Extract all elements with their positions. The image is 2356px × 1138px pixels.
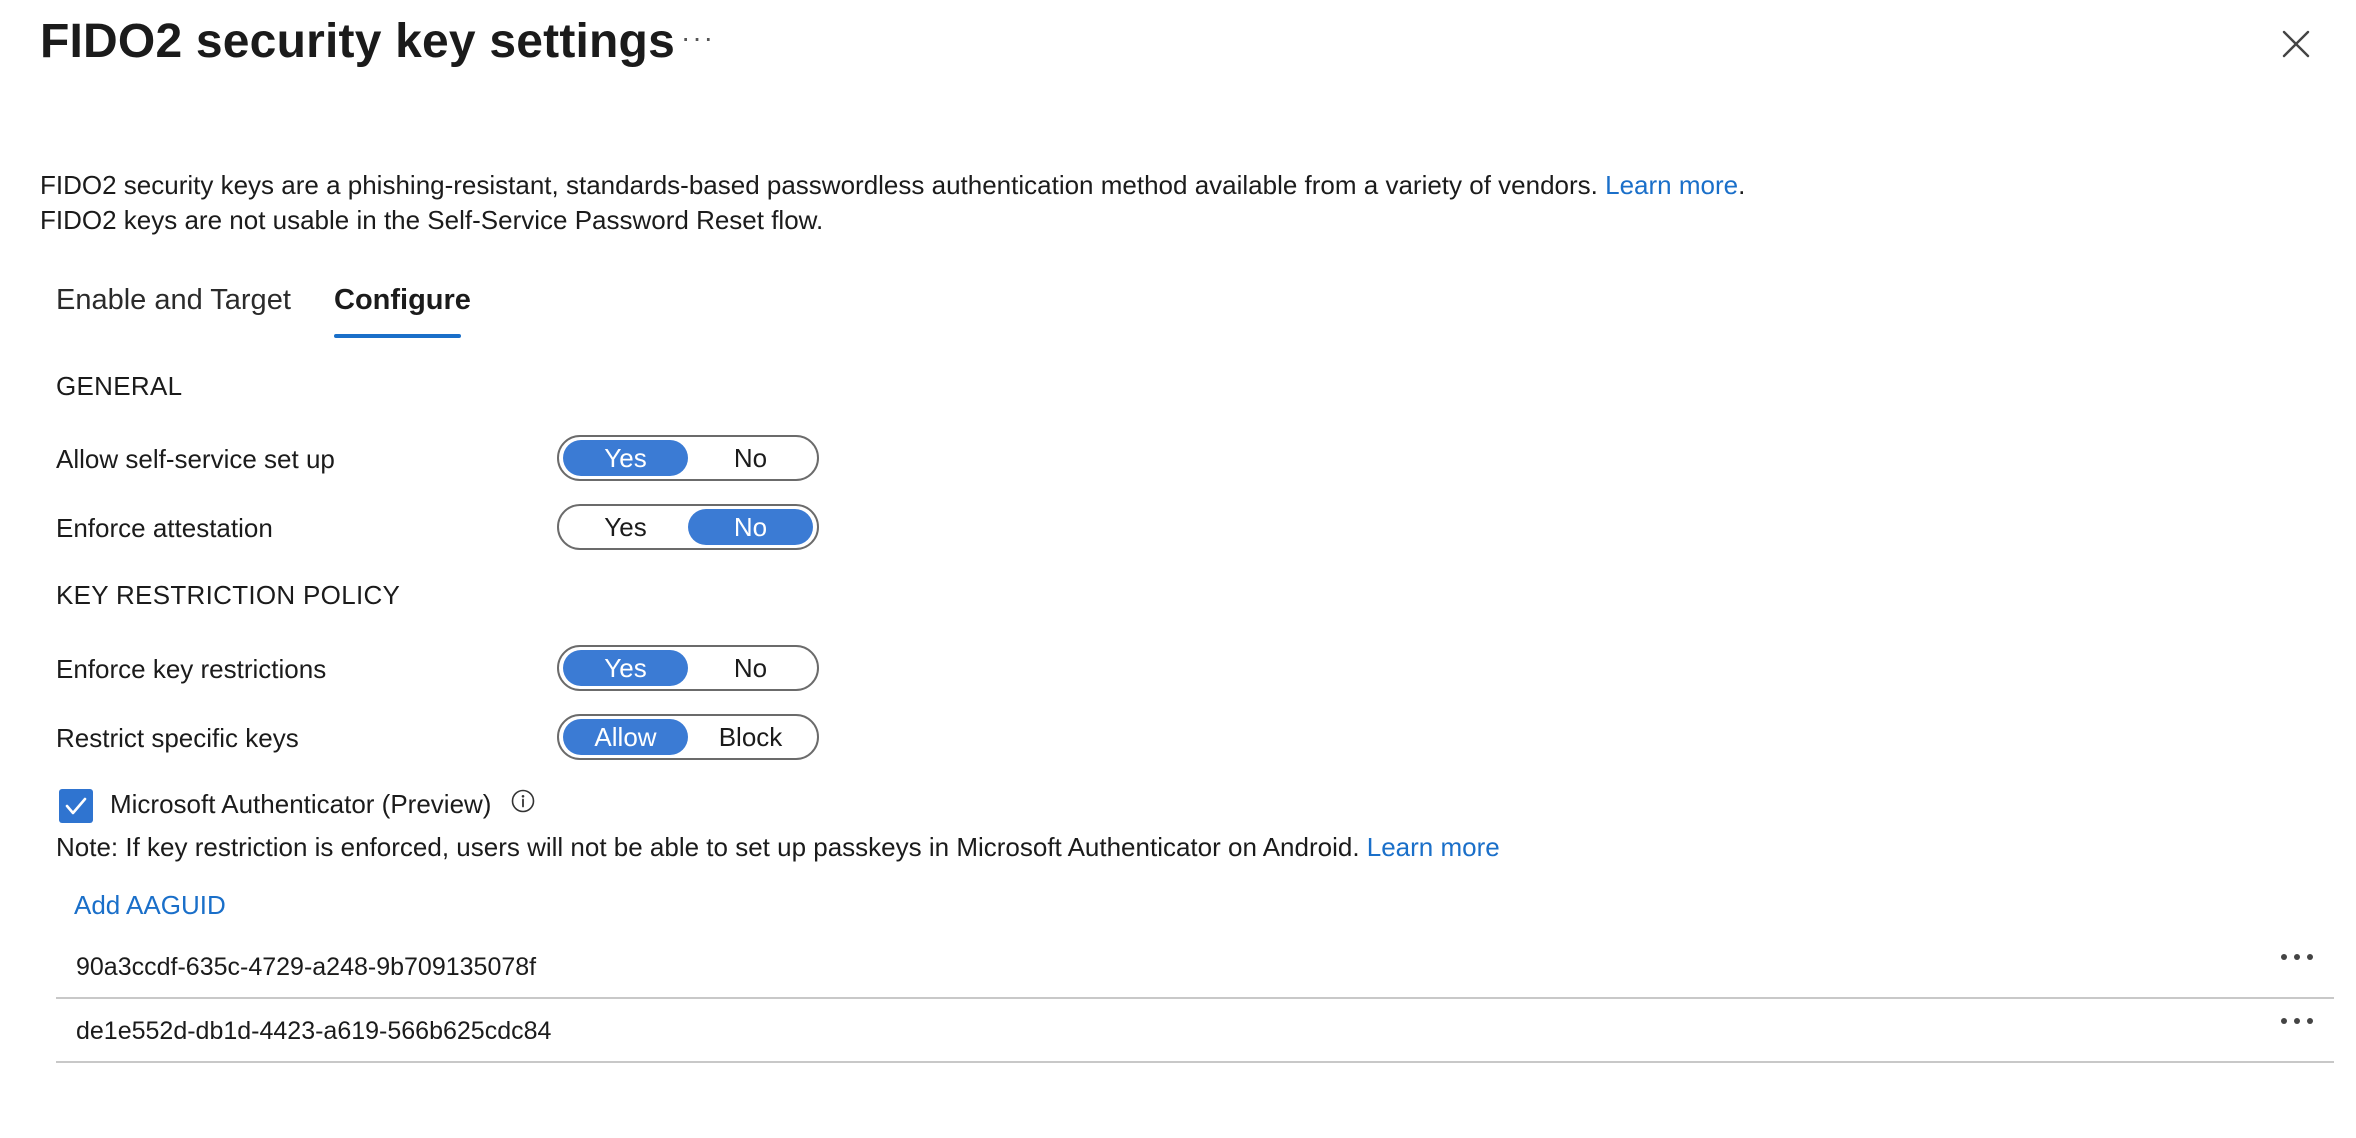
description-line2: FIDO2 keys are not usable in the Self-Se… — [40, 205, 824, 235]
enforce-attestation-no[interactable]: No — [688, 509, 813, 545]
restrict-specific-keys-block[interactable]: Block — [688, 719, 813, 755]
add-aaguid-button[interactable]: Add AAGUID — [74, 890, 226, 921]
ellipsis-icon — [2281, 1018, 2313, 1024]
microsoft-authenticator-checkbox[interactable] — [59, 789, 93, 823]
description-line1: FIDO2 security keys are a phishing-resis… — [40, 170, 1606, 200]
tab-configure[interactable]: Configure — [334, 284, 471, 317]
restrict-specific-keys-label: Restrict specific keys — [56, 723, 299, 753]
microsoft-authenticator-label: Microsoft Authenticator (Preview) — [110, 789, 492, 819]
key-restriction-heading: KEY RESTRICTION POLICY — [56, 580, 401, 610]
enforce-key-restrictions-no[interactable]: No — [688, 650, 813, 686]
general-heading: GENERAL — [56, 371, 183, 401]
allow-self-service-toggle: Yes No — [557, 435, 819, 481]
row-more-icon[interactable] — [2278, 947, 2316, 967]
note-text: Note: If key restriction is enforced, us… — [56, 832, 1367, 862]
list-item[interactable]: de1e552d-db1d-4423-a619-566b625cdc84 — [56, 999, 2334, 1063]
description-period: . — [1738, 170, 1746, 200]
tab-enable-and-target[interactable]: Enable and Target — [56, 284, 291, 317]
page-title: FIDO2 security key settings — [40, 15, 675, 68]
allow-self-service-no[interactable]: No — [688, 440, 813, 476]
info-icon-svg — [511, 789, 535, 813]
more-options-icon[interactable]: ··· — [681, 22, 715, 54]
key-restriction-note: Note: If key restriction is enforced, us… — [56, 832, 1500, 863]
enforce-attestation-toggle: Yes No — [557, 504, 819, 550]
enforce-attestation-yes[interactable]: Yes — [563, 509, 688, 545]
aaguid-value: 90a3ccdf-635c-4729-a248-9b709135078f — [76, 953, 537, 981]
info-icon[interactable] — [510, 788, 536, 814]
checkmark-icon — [65, 797, 87, 815]
row-more-icon[interactable] — [2278, 1011, 2316, 1031]
allow-self-service-yes[interactable]: Yes — [563, 440, 688, 476]
close-icon-svg — [2282, 30, 2310, 58]
description: FIDO2 security keys are a phishing-resis… — [40, 168, 1745, 238]
learn-more-link[interactable]: Learn more — [1605, 170, 1738, 200]
enforce-key-restrictions-yes[interactable]: Yes — [563, 650, 688, 686]
aaguid-value: de1e552d-db1d-4423-a619-566b625cdc84 — [76, 1017, 552, 1045]
fido2-settings-panel: FIDO2 security key settings ··· FIDO2 se… — [0, 0, 2356, 1138]
restrict-specific-keys-toggle: Allow Block — [557, 714, 819, 760]
allow-self-service-label: Allow self-service set up — [56, 444, 335, 474]
enforce-attestation-label: Enforce attestation — [56, 513, 273, 543]
restrict-specific-keys-allow[interactable]: Allow — [563, 719, 688, 755]
list-item[interactable]: 90a3ccdf-635c-4729-a248-9b709135078f — [56, 935, 2334, 999]
note-learn-more-link[interactable]: Learn more — [1367, 832, 1500, 862]
enforce-key-restrictions-label: Enforce key restrictions — [56, 654, 327, 684]
close-icon[interactable] — [2280, 28, 2312, 60]
tab-selected-indicator — [334, 334, 461, 338]
ellipsis-icon — [2281, 954, 2313, 960]
enforce-key-restrictions-toggle: Yes No — [557, 645, 819, 691]
